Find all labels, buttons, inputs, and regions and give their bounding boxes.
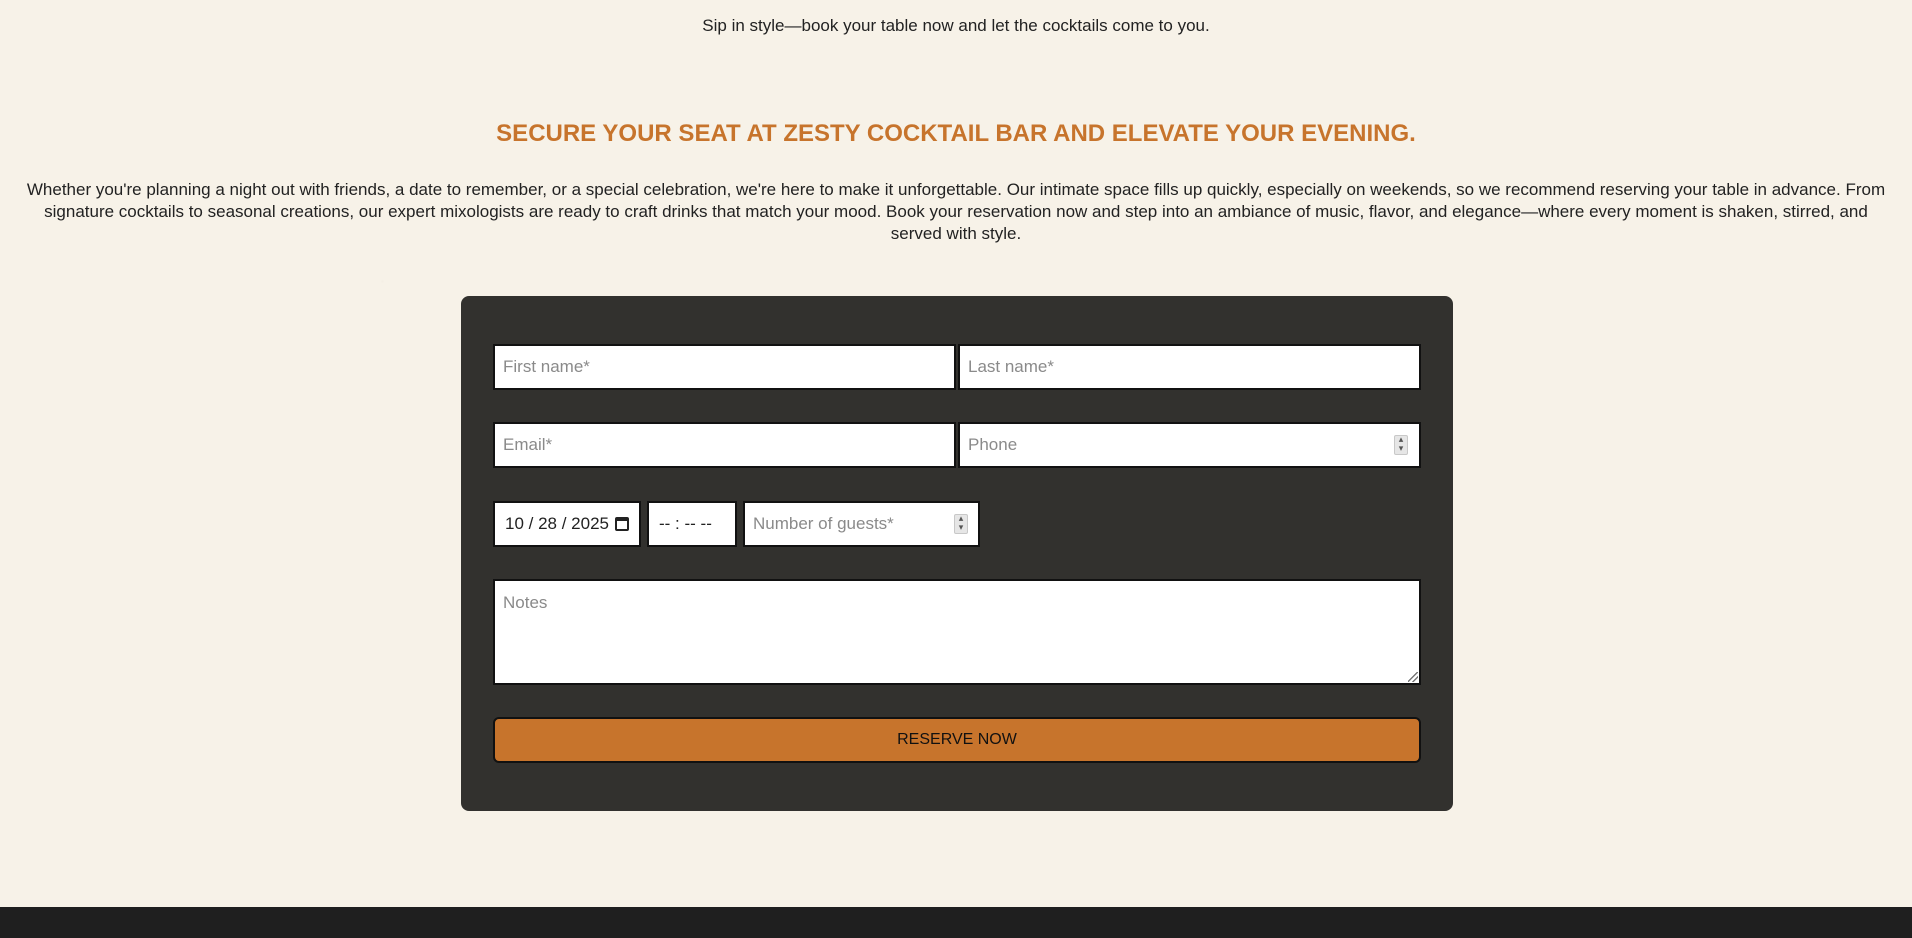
- time-input[interactable]: -- : -- --: [647, 501, 737, 547]
- phone-spinner-icon[interactable]: ▴ ▾: [1394, 435, 1408, 455]
- date-input[interactable]: 10 / 28 / 2025: [493, 501, 641, 547]
- date-value: 10 / 28 / 2025: [505, 514, 609, 533]
- first-name-input[interactable]: [493, 344, 956, 390]
- notes-textarea[interactable]: [493, 579, 1421, 685]
- email-input[interactable]: [493, 422, 956, 468]
- calendar-icon[interactable]: [614, 517, 629, 531]
- intro-paragraph: Whether you're planning a night out with…: [26, 180, 1886, 243]
- last-name-input[interactable]: [958, 344, 1421, 390]
- phone-input[interactable]: [958, 422, 1421, 468]
- footer: [0, 907, 1912, 938]
- reserve-now-button[interactable]: RESERVE NOW: [493, 717, 1421, 763]
- time-value: -- : -- --: [659, 514, 712, 533]
- page-title: SECURE YOUR SEAT AT ZESTY COCKTAIL BAR A…: [496, 120, 1416, 147]
- guests-input[interactable]: [743, 501, 980, 547]
- tagline: Sip in style—book your table now and let…: [702, 16, 1210, 35]
- guests-spinner-icon[interactable]: ▴ ▾: [954, 514, 968, 534]
- resize-handle-icon[interactable]: [1408, 672, 1418, 682]
